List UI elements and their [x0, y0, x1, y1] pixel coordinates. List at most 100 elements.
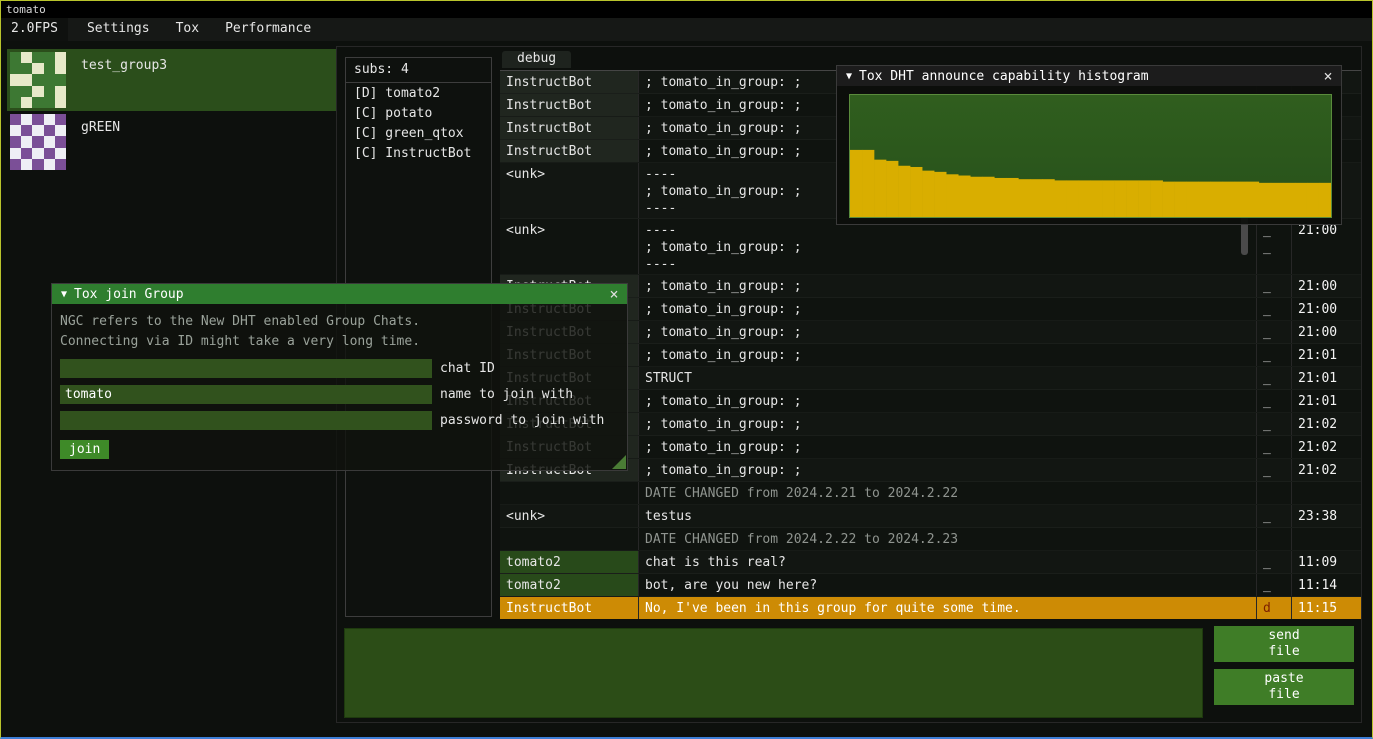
- avatar-pixel: [55, 148, 66, 159]
- chat-message-row[interactable]: tomato2bot, are you new here?_ _11:14: [500, 574, 1361, 597]
- group-list-item[interactable]: test_group3: [7, 49, 337, 111]
- histogram-bar: [1066, 180, 1078, 217]
- avatar-pixel: [32, 63, 43, 74]
- chat-message-row[interactable]: <unk>---- ; tomato_in_group: ; ----_ _21…: [500, 219, 1361, 275]
- menu-item-tox[interactable]: Tox: [163, 18, 212, 41]
- histogram-window-titlebar[interactable]: ▼ Tox DHT announce capability histogram …: [837, 66, 1341, 86]
- menu-item-settings[interactable]: Settings: [74, 18, 163, 41]
- chat-message-row[interactable]: InstructBot; tomato_in_group: ;_ _21:01: [500, 390, 1361, 413]
- join-group-window: ▼ Tox join Group × NGC refers to the New…: [51, 283, 628, 471]
- menu-item-performance[interactable]: Performance: [212, 18, 324, 41]
- message-text: ; tomato_in_group: ;: [638, 390, 1256, 412]
- window-titlebar: tomato: [1, 1, 1372, 18]
- join-field-label: chat ID: [440, 359, 495, 378]
- join-input-chat-ID[interactable]: [60, 359, 432, 378]
- paste-file-button[interactable]: paste file: [1214, 669, 1354, 705]
- date-changed-text: DATE CHANGED from 2024.2.21 to 2024.2.22: [638, 482, 1256, 504]
- message-text: ; tomato_in_group: ;: [638, 275, 1256, 297]
- histogram-bar: [1151, 180, 1163, 217]
- chat-message-row[interactable]: InstructBot; tomato_in_group: ;_ _21:00: [500, 321, 1361, 344]
- histogram-bar: [946, 174, 958, 217]
- tab-debug[interactable]: debug: [502, 51, 571, 68]
- chat-message-row[interactable]: <unk>testus_ _23:38: [500, 505, 1361, 528]
- avatar-pixel: [32, 52, 43, 63]
- histogram-bar: [1091, 180, 1103, 217]
- join-input-name-to-join-with[interactable]: [60, 385, 432, 404]
- histogram-bar: [922, 171, 934, 217]
- group-avatar: [10, 114, 66, 170]
- avatar-pixel: [44, 125, 55, 136]
- message-text: ---- ; tomato_in_group: ; ----: [638, 219, 1256, 274]
- subs-list-item[interactable]: [C] green_qtox: [346, 123, 491, 143]
- subs-list-item[interactable]: [C] potato: [346, 103, 491, 123]
- close-icon[interactable]: ×: [1319, 67, 1337, 85]
- avatar-pixel: [32, 97, 43, 108]
- close-icon[interactable]: ×: [605, 285, 623, 303]
- join-window-titlebar[interactable]: ▼ Tox join Group ×: [52, 284, 627, 304]
- message-text: ; tomato_in_group: ;: [638, 344, 1256, 366]
- sender-name: <unk>: [500, 219, 638, 274]
- avatar-pixel: [55, 125, 66, 136]
- histogram-bar: [1127, 180, 1139, 217]
- message-text: ; tomato_in_group: ;: [638, 413, 1256, 435]
- join-input-password-to-join-with[interactable]: [60, 411, 432, 430]
- avatar-pixel: [32, 86, 43, 97]
- join-field-row: chat ID: [60, 359, 619, 378]
- chat-message-row[interactable]: InstructBot; tomato_in_group: ;_ _21:02: [500, 413, 1361, 436]
- histogram-bar: [1319, 183, 1331, 217]
- message-flags: _ _: [1256, 413, 1291, 435]
- message-text: No, I've been in this group for quite so…: [638, 597, 1256, 619]
- avatar-pixel: [44, 52, 55, 63]
- sender-name: tomato2: [500, 574, 638, 596]
- collapse-arrow-icon[interactable]: ▼: [841, 71, 857, 82]
- chat-message-row[interactable]: InstructBot; tomato_in_group: ;_ _21:02: [500, 459, 1361, 482]
- resize-grip[interactable]: [612, 455, 626, 469]
- avatar-pixel: [55, 159, 66, 170]
- message-flags: [1256, 528, 1291, 550]
- sender-name: InstructBot: [500, 117, 638, 139]
- chat-message-row[interactable]: InstructBot; tomato_in_group: ;_ _21:02: [500, 436, 1361, 459]
- send-file-button[interactable]: send file: [1214, 626, 1354, 662]
- avatar-pixel: [10, 86, 21, 97]
- chat-message-row[interactable]: InstructBot; tomato_in_group: ;_ _21:01: [500, 344, 1361, 367]
- chat-message-row[interactable]: InstructBotSTRUCT_ _21:01: [500, 367, 1361, 390]
- group-sidebar: test_group3gREEN: [7, 49, 337, 173]
- avatar-pixel: [44, 97, 55, 108]
- message-text: ; tomato_in_group: ;: [638, 459, 1256, 481]
- histogram-bar: [994, 178, 1006, 217]
- histogram-bar: [1115, 180, 1127, 217]
- avatar-pixel: [55, 97, 66, 108]
- avatar-pixel: [44, 136, 55, 147]
- histogram-bar: [850, 150, 862, 217]
- subs-list-item[interactable]: [C] InstructBot: [346, 143, 491, 163]
- histogram-bar: [1139, 180, 1151, 217]
- sender-name: <unk>: [500, 505, 638, 527]
- chat-message-row[interactable]: InstructBotNo, I've been in this group f…: [500, 597, 1361, 619]
- message-text: chat is this real?: [638, 551, 1256, 573]
- avatar-pixel: [10, 159, 21, 170]
- message-flags: _ _: [1256, 574, 1291, 596]
- histogram-bar: [1271, 183, 1283, 217]
- chat-message-row[interactable]: InstructBot; tomato_in_group: ;_ _21:00: [500, 275, 1361, 298]
- avatar-pixel: [21, 52, 32, 63]
- avatar-pixel: [44, 74, 55, 85]
- avatar-pixel: [44, 159, 55, 170]
- message-flags: _ _: [1256, 275, 1291, 297]
- date-separator-row: DATE CHANGED from 2024.2.21 to 2024.2.22: [500, 482, 1361, 505]
- avatar-pixel: [21, 159, 32, 170]
- sender-name: InstructBot: [500, 140, 638, 162]
- group-name: test_group3: [81, 58, 167, 111]
- collapse-arrow-icon[interactable]: ▼: [56, 289, 72, 300]
- group-list-item[interactable]: gREEN: [7, 111, 337, 173]
- message-flags: _ _: [1256, 459, 1291, 481]
- histogram-bar: [1283, 183, 1295, 217]
- chat-message-row[interactable]: InstructBot; tomato_in_group: ;_ _21:00: [500, 298, 1361, 321]
- join-button[interactable]: join: [60, 440, 109, 459]
- histogram-plot: [849, 94, 1332, 218]
- chat-message-row[interactable]: tomato2chat is this real?_ _11:09: [500, 551, 1361, 574]
- message-flags: _ _: [1256, 551, 1291, 573]
- avatar-pixel: [55, 86, 66, 97]
- join-field-label: password to join with: [440, 411, 604, 430]
- message-input[interactable]: [344, 628, 1203, 718]
- subs-list-item[interactable]: [D] tomato2: [346, 83, 491, 103]
